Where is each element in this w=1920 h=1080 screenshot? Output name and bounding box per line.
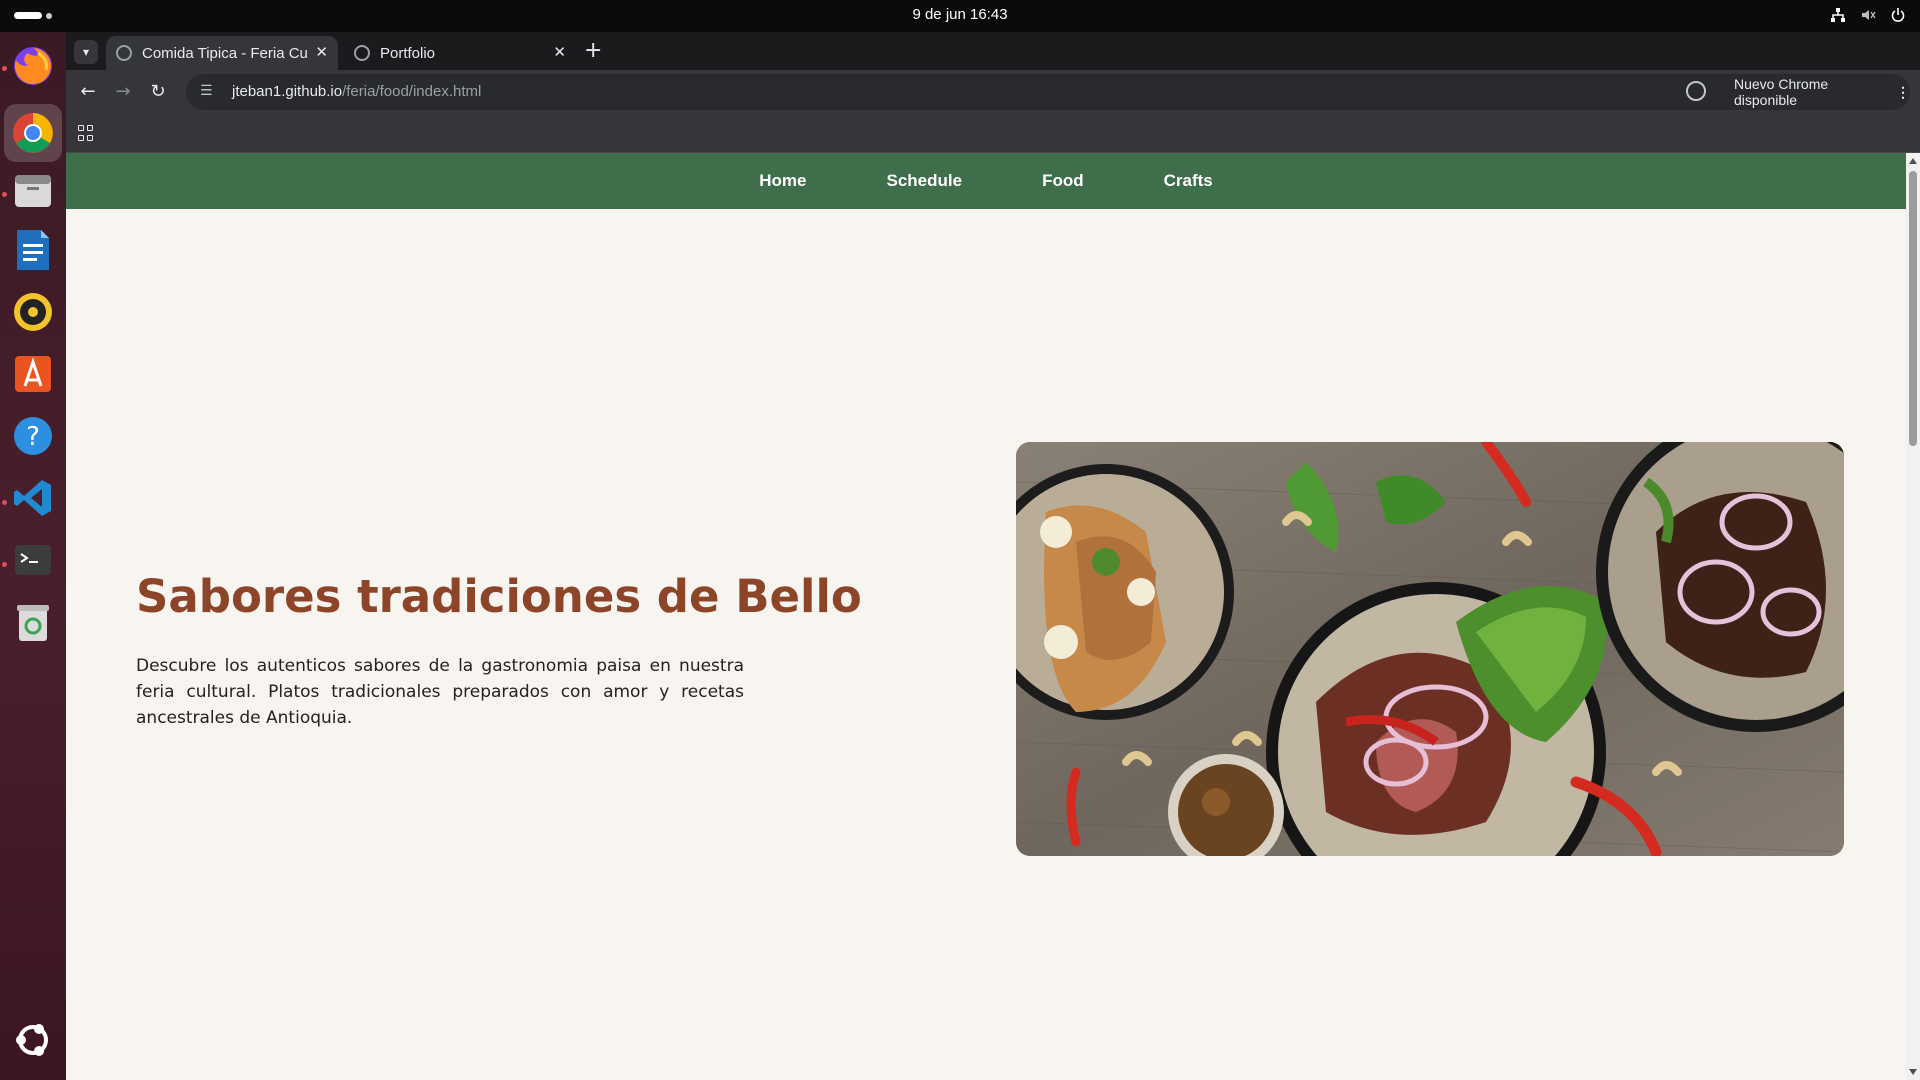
vscode-icon[interactable] [9, 474, 57, 522]
ubuntu-menu-icon[interactable] [9, 1016, 57, 1064]
system-top-bar: 9 de jun 16:43 [0, 0, 1920, 32]
tab-portfolio[interactable]: Portfolio ✕ [344, 36, 576, 70]
page-viewport: Home Schedule Food Crafts Sabores tradic… [66, 153, 1920, 1080]
files-icon[interactable] [9, 166, 57, 214]
running-indicator [2, 500, 7, 505]
rhythmbox-icon[interactable] [9, 288, 57, 336]
close-tab-icon[interactable]: ✕ [553, 43, 566, 61]
browser-toolbar: ← → ↻ ☰ jteban1.github.io/feria/food/ind… [66, 70, 1920, 114]
close-tab-icon[interactable]: ✕ [315, 43, 328, 61]
svg-text:?: ? [26, 422, 40, 452]
tab-search-button[interactable]: ▾ [74, 40, 98, 64]
new-tab-button[interactable]: + [584, 38, 602, 63]
power-icon[interactable] [1890, 7, 1906, 23]
chrome-update-button[interactable]: Nuevo Chrome disponible ⋮ [1720, 74, 1910, 110]
writer-icon[interactable] [9, 226, 57, 274]
nav-food[interactable]: Food [1002, 153, 1124, 209]
site-nav: Home Schedule Food Crafts [66, 153, 1906, 209]
globe-icon [116, 45, 132, 61]
running-indicator [2, 66, 7, 71]
running-indicator [2, 562, 7, 567]
network-icon[interactable] [1830, 7, 1846, 23]
page-scrollbar[interactable] [1906, 153, 1920, 1080]
system-clock[interactable]: 9 de jun 16:43 [0, 6, 1920, 23]
hero-title: Sabores tradiciones de Bello [136, 570, 862, 623]
address-bar[interactable]: ☰ jteban1.github.io/feria/food/index.htm… [186, 74, 1756, 110]
site-info-icon[interactable]: ☰ [200, 83, 213, 99]
reload-button[interactable]: ↻ [146, 80, 170, 104]
url-text[interactable]: jteban1.github.io/feria/food/index.html [232, 83, 481, 100]
hero-description: Descubre los autenticos sabores de la ga… [136, 656, 744, 728]
browser-window: ▾ Comida Tipica - Feria Cultural ✕ Portf… [66, 32, 1920, 153]
globe-icon [354, 45, 370, 61]
food-dishes-image [1016, 442, 1844, 856]
volume-muted-icon[interactable] [1860, 7, 1876, 23]
back-button[interactable]: ← [76, 80, 100, 104]
scroll-down-arrow[interactable] [1909, 1069, 1917, 1075]
tab-strip: ▾ Comida Tipica - Feria Cultural ✕ Portf… [66, 32, 1920, 70]
trash-icon[interactable] [9, 598, 57, 646]
update-label: Nuevo Chrome disponible [1734, 76, 1829, 108]
tab-title: Comida Tipica - Feria Cultural [142, 44, 308, 62]
chrome-icon[interactable] [4, 104, 62, 162]
firefox-icon[interactable] [9, 42, 57, 90]
forward-button[interactable]: → [111, 80, 135, 104]
apps-grid-icon[interactable] [78, 125, 94, 141]
tab-title: Portfolio [380, 44, 436, 62]
scroll-up-arrow[interactable] [1909, 158, 1917, 164]
tab-comida-tipica[interactable]: Comida Tipica - Feria Cultural ✕ [106, 36, 338, 70]
running-indicator [2, 192, 7, 197]
dock: ? [0, 32, 66, 1080]
profile-icon[interactable] [1686, 81, 1706, 101]
terminal-icon[interactable] [9, 536, 57, 584]
help-icon[interactable]: ? [9, 412, 57, 460]
nav-home[interactable]: Home [719, 153, 846, 209]
nav-crafts[interactable]: Crafts [1124, 153, 1253, 209]
bookmarks-bar [66, 114, 1920, 153]
scrollbar-thumb[interactable] [1909, 171, 1917, 446]
system-tray[interactable] [1830, 7, 1906, 23]
app-center-icon[interactable] [9, 350, 57, 398]
nav-schedule[interactable]: Schedule [846, 153, 1002, 209]
menu-kebab-icon: ⋮ [1896, 83, 1910, 100]
